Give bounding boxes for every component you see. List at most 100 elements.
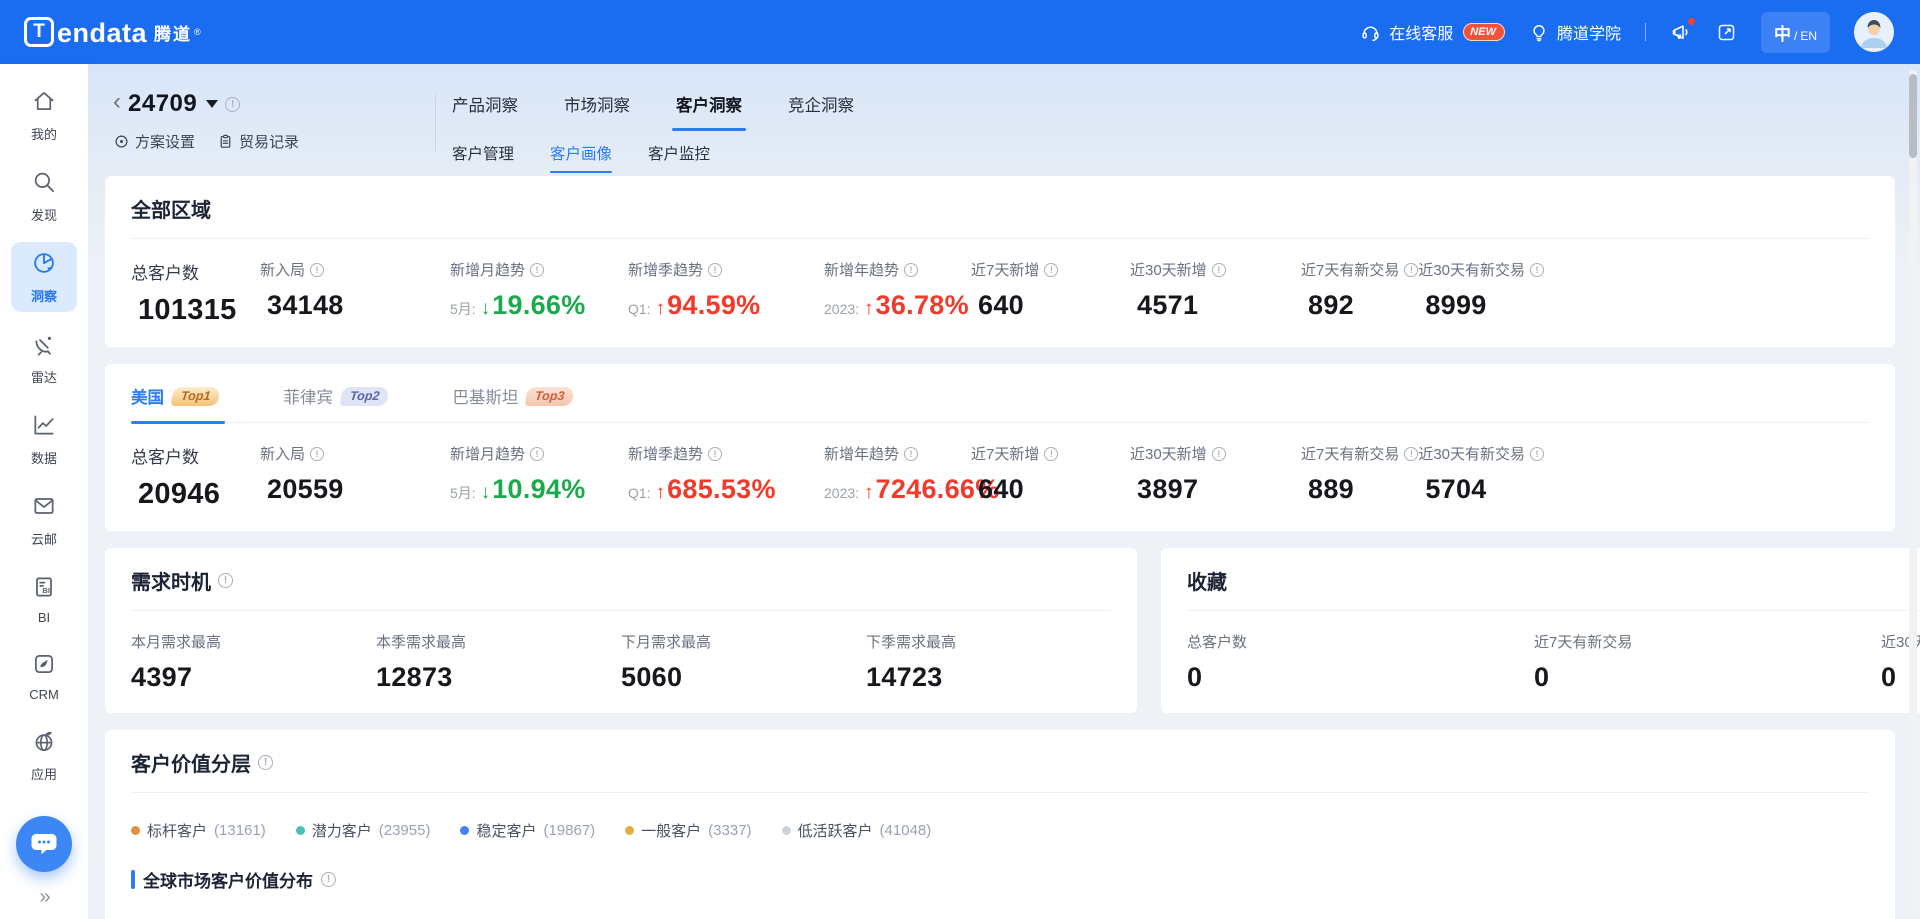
info-icon[interactable]: ! xyxy=(1404,263,1418,277)
stat-value: 4397 xyxy=(131,662,192,693)
legend-item[interactable]: 标杆客户 (13161) xyxy=(131,820,266,841)
customer-subtab[interactable]: 客户管理 xyxy=(452,142,514,164)
stat-column: 总客户数 ! 20946 xyxy=(131,443,260,511)
sidebar-collapse-toggle[interactable]: » xyxy=(39,886,48,909)
info-icon[interactable]: ! xyxy=(258,755,273,770)
online-support-button[interactable]: 在线客服 NEW xyxy=(1360,20,1505,44)
country-tab[interactable]: 巴基斯坦 Top3 xyxy=(452,384,573,408)
plan-id-dropdown[interactable]: 24709 xyxy=(128,90,197,118)
trend-arrow-icon: ↑ xyxy=(864,298,874,320)
info-icon[interactable]: ! xyxy=(310,447,324,461)
demand-title: 需求时机 xyxy=(131,566,211,595)
stat-value: 3897 xyxy=(1137,474,1198,505)
stat-column: 近7天有新交易 ! 892 xyxy=(1301,259,1418,327)
info-icon[interactable]: ! xyxy=(1212,447,1226,461)
stat-label: 新增季趋势 xyxy=(628,443,703,464)
trade-records-button[interactable]: 贸易记录 xyxy=(217,131,299,152)
info-icon[interactable]: ! xyxy=(708,263,722,277)
tendata-logo[interactable]: T endata 腾道 ® xyxy=(24,17,201,47)
sidebar-label: BI xyxy=(38,610,50,625)
customer-subtab[interactable]: 客户监控 xyxy=(648,142,710,164)
page-scrollbar xyxy=(1909,70,1917,915)
line-chart-icon xyxy=(31,412,57,443)
mail-icon xyxy=(31,493,57,524)
globe-leaf-icon xyxy=(31,728,57,759)
sidebar-item-data[interactable]: 数据 xyxy=(11,404,77,474)
sidebar-item-crm[interactable]: CRM xyxy=(11,643,77,709)
info-icon[interactable]: ! xyxy=(904,263,918,277)
customer-subtab[interactable]: 客户画像 xyxy=(550,142,612,164)
overview-stats: 总客户数 ! 101315 新入局 ! xyxy=(131,259,1869,327)
language-switcher[interactable]: 中 / EN xyxy=(1761,12,1830,53)
legend-item[interactable]: 一般客户 (3337) xyxy=(625,820,751,841)
sidebar-label: 我的 xyxy=(31,124,57,143)
country-card: 美国 Top1 菲律宾 Top2 巴基斯坦 Top3 xyxy=(105,364,1895,531)
plan-settings-button[interactable]: 方案设置 xyxy=(113,131,195,152)
stat-value: 14723 xyxy=(866,662,943,693)
legend-dot xyxy=(460,826,469,835)
legend-count: (23955) xyxy=(379,822,431,839)
stat-value: 5704 xyxy=(1425,474,1486,505)
info-icon[interactable]: ! xyxy=(530,447,544,461)
stat-label: 近30天新增 xyxy=(1130,259,1207,280)
user-avatar[interactable] xyxy=(1854,12,1894,52)
insight-tab[interactable]: 市场洞察 xyxy=(564,92,630,116)
sidebar-item-cloudmail[interactable]: 云邮 xyxy=(11,485,77,555)
sidebar-item-insight[interactable]: 洞察 xyxy=(11,242,77,312)
stat-value: 5060 xyxy=(621,662,682,693)
plan-info-icon[interactable]: ! xyxy=(225,97,240,112)
legend-item[interactable]: 低活跃客户 (41048) xyxy=(782,820,932,841)
stat-label: 近7天有新交易 xyxy=(1301,443,1399,464)
info-icon[interactable]: ! xyxy=(321,872,336,887)
insight-tab[interactable]: 客户洞察 xyxy=(676,92,742,116)
fullscreen-icon[interactable] xyxy=(1716,22,1737,43)
stat-label: 近30天新增 xyxy=(1130,443,1207,464)
stat-column: 新增季趋势 ! Q1: ↑ 685.53% xyxy=(628,443,824,511)
info-icon[interactable]: ! xyxy=(1044,263,1058,277)
legend-label: 稳定客户 xyxy=(476,820,536,841)
sidebar-label: 应用 xyxy=(31,764,57,783)
info-icon[interactable]: ! xyxy=(1404,447,1418,461)
logo-word: endata xyxy=(57,20,147,47)
stat-value: 0 xyxy=(1881,662,1896,693)
announcements-button[interactable] xyxy=(1670,21,1692,43)
legend-label: 低活跃客户 xyxy=(798,820,873,841)
stat-column: 近7天有新交易 0 xyxy=(1534,631,1881,693)
notification-dot xyxy=(1688,18,1695,25)
sidebar-item-apps[interactable]: 应用 xyxy=(11,720,77,790)
academy-button[interactable]: 腾道学院 xyxy=(1529,20,1621,44)
stat-column: 近30天新增 ! 3897 xyxy=(1130,443,1301,511)
info-icon[interactable]: ! xyxy=(1530,263,1544,277)
stat-label: 新增年趋势 xyxy=(824,443,899,464)
legend-item[interactable]: 稳定客户 (19867) xyxy=(460,820,595,841)
stat-label: 新增季趋势 xyxy=(628,259,703,280)
country-tab[interactable]: 菲律宾 Top2 xyxy=(283,384,388,408)
sidebar-item-discover[interactable]: 发现 xyxy=(11,161,77,231)
scrollbar-thumb[interactable] xyxy=(1909,74,1917,158)
tier-legend: 标杆客户 (13161) 潜力客户 (23955) 稳定客户 (19867) xyxy=(131,820,1869,841)
legend-item[interactable]: 潜力客户 (23955) xyxy=(296,820,431,841)
stat-column: 下季需求最高 14723 xyxy=(866,631,1111,693)
info-icon[interactable]: ! xyxy=(1212,263,1226,277)
back-button[interactable]: ‹ xyxy=(113,90,121,114)
info-icon[interactable]: ! xyxy=(708,447,722,461)
info-icon[interactable]: ! xyxy=(218,573,233,588)
info-icon[interactable]: ! xyxy=(310,263,324,277)
insight-tab[interactable]: 竞企洞察 xyxy=(788,92,854,116)
country-tab-label: 菲律宾 xyxy=(283,384,333,408)
info-icon[interactable]: ! xyxy=(530,263,544,277)
sidebar-item-bi[interactable]: BI BI xyxy=(11,566,77,632)
sidebar: 我的 发现 洞察 xyxy=(0,64,88,919)
new-badge: NEW xyxy=(1463,23,1505,41)
insight-tab[interactable]: 产品洞察 xyxy=(452,92,518,116)
info-icon[interactable]: ! xyxy=(904,447,918,461)
chat-fab-button[interactable] xyxy=(16,816,72,872)
sidebar-item-mine[interactable]: 我的 xyxy=(11,80,77,150)
country-tab[interactable]: 美国 Top1 xyxy=(131,384,219,408)
search-icon xyxy=(31,169,57,200)
sidebar-item-radar[interactable]: 雷达 xyxy=(11,323,77,393)
info-icon[interactable]: ! xyxy=(1530,447,1544,461)
info-icon[interactable]: ! xyxy=(1044,447,1058,461)
plan-settings-label: 方案设置 xyxy=(135,131,195,152)
caret-down-icon[interactable] xyxy=(206,100,218,108)
